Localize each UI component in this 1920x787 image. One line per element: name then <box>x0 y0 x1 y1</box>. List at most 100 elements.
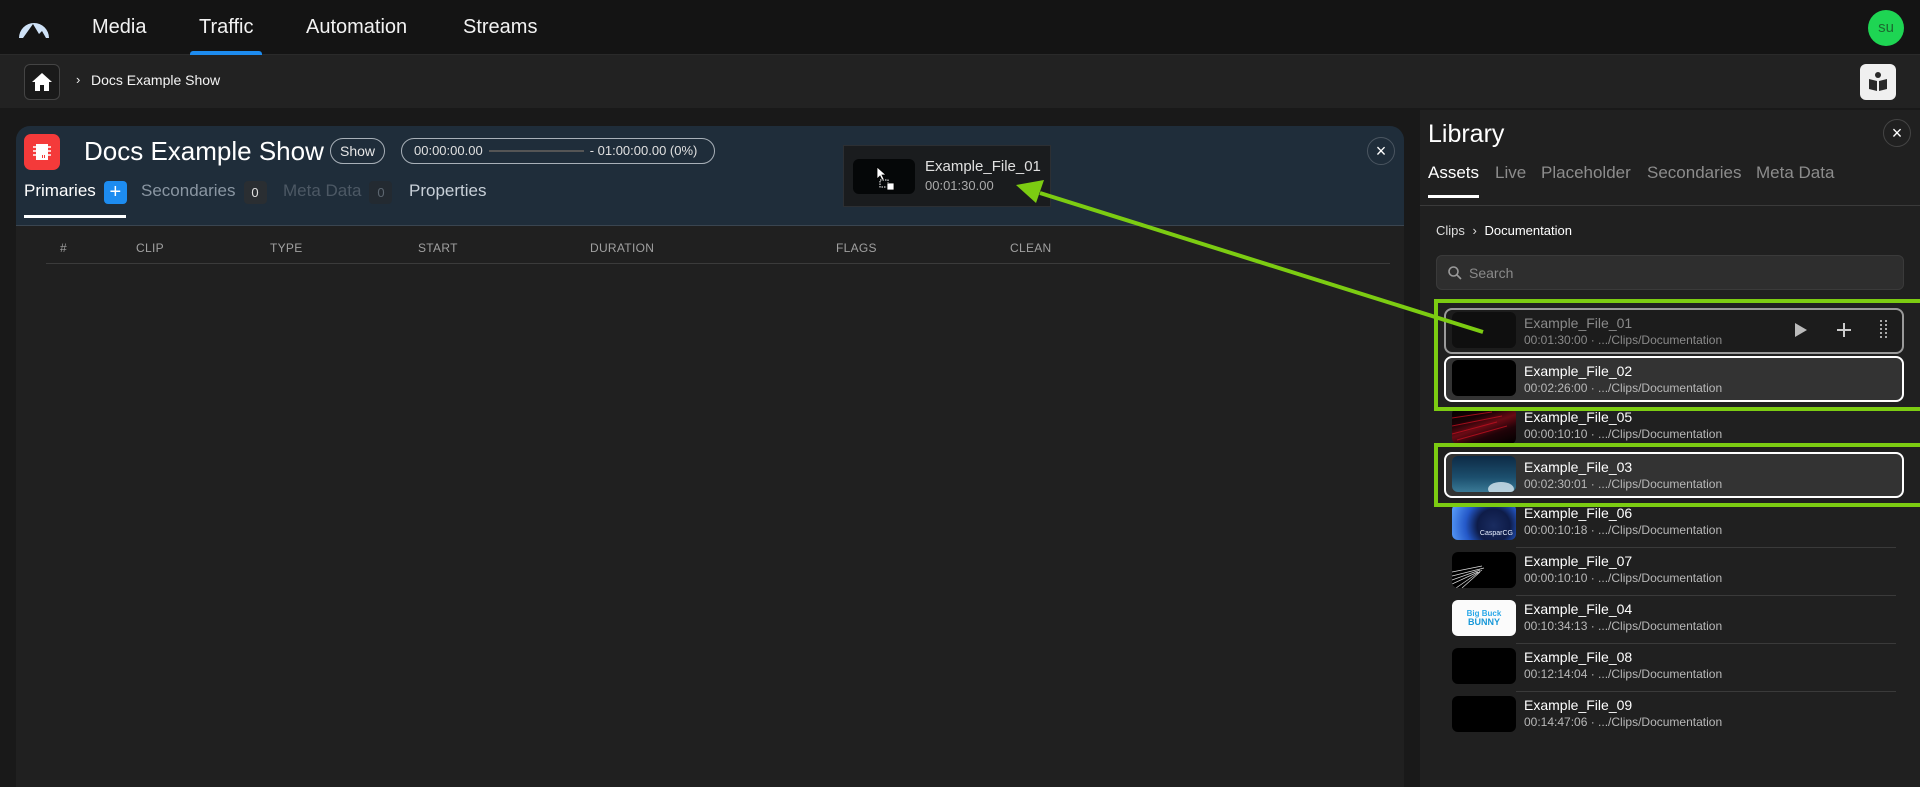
show-timeline: 00:00:00.00 - 01:00:00.00 (0%) <box>401 138 715 164</box>
user-avatar[interactable]: su <box>1868 10 1904 46</box>
show-chip-icon <box>24 134 60 170</box>
asset-name: Example_File_08 <box>1524 649 1633 665</box>
tab-label: Secondaries <box>141 181 236 200</box>
show-panel: Docs Example Show Show 00:00:00.00 - 01:… <box>16 126 1404 787</box>
home-button[interactable] <box>24 64 60 100</box>
breadcrumb-current[interactable]: Docs Example Show <box>91 72 220 88</box>
book-reader-icon <box>1869 72 1887 91</box>
asset-thumbnail <box>1452 312 1516 348</box>
asset-meta: 00:00:10:10 · .../Clips/Documentation <box>1524 427 1723 441</box>
asset-thumbnail <box>1452 696 1516 732</box>
asset-name: Example_File_06 <box>1524 505 1633 521</box>
tab-secondaries[interactable]: Secondaries 0 <box>141 181 267 217</box>
library-path: Clips › Documentation <box>1436 223 1572 238</box>
drag-clip-name: Example_File_01 <box>925 158 1041 175</box>
asset-thumbnail: Big Buck BUNNY <box>1452 600 1516 636</box>
col-header-clip: CLIP <box>136 241 164 255</box>
library-tab-divider <box>1420 205 1920 206</box>
asset-thumbnail <box>1452 648 1516 684</box>
asset-row[interactable]: Example_File_08 00:12:14:04 · .../Clips/… <box>1444 644 1904 692</box>
show-title: Docs Example Show <box>84 136 324 166</box>
app-logo-icon[interactable] <box>18 15 50 39</box>
asset-thumbnail <box>1452 456 1516 492</box>
timeline-progress-bar <box>488 150 584 152</box>
close-icon: × <box>1891 122 1903 143</box>
close-show-button[interactable]: × <box>1367 137 1395 165</box>
breadcrumb-separator: › <box>76 72 81 87</box>
home-icon <box>32 73 52 91</box>
library-tab-meta-data[interactable]: Meta Data <box>1756 163 1834 183</box>
asset-meta: 00:02:26:00 · .../Clips/Documentation <box>1524 381 1723 395</box>
asset-row[interactable]: Example_File_05 00:00:10:10 · .../Clips/… <box>1444 404 1904 450</box>
asset-name: Example_File_02 <box>1524 363 1633 379</box>
playlist-drop-area[interactable] <box>46 264 1390 784</box>
search-icon <box>1448 266 1462 280</box>
asset-name: Example_File_05 <box>1524 409 1633 425</box>
library-tab-secondaries[interactable]: Secondaries <box>1647 163 1742 183</box>
asset-meta: 00:00:10:10 · .../Clips/Documentation <box>1524 571 1723 585</box>
asset-row[interactable]: CasparCG Example_File_06 00:00:10:18 · .… <box>1444 500 1904 548</box>
asset-row[interactable]: Example_File_01 00:01:30:00 · .../Clips/… <box>1444 308 1904 354</box>
add-primary-button[interactable]: + <box>103 181 127 204</box>
asset-name: Example_File_04 <box>1524 601 1633 617</box>
asset-thumbnail <box>1452 360 1516 396</box>
timeline-start: 00:00:00.00 <box>414 143 483 158</box>
breadcrumb-bar: › Docs Example Show <box>0 55 1920 108</box>
nav-automation[interactable]: Automation <box>306 0 407 55</box>
asset-thumbnail <box>1452 552 1516 588</box>
nav-traffic[interactable]: Traffic <box>189 0 263 55</box>
close-icon: × <box>1375 140 1387 161</box>
thumbnail-text-line2: BUNNY <box>1467 617 1500 627</box>
path-root[interactable]: Clips <box>1436 223 1465 238</box>
asset-row[interactable]: Big Buck BUNNY Example_File_04 00:10:34:… <box>1444 596 1904 644</box>
asset-meta: 00:10:34:13 · .../Clips/Documentation <box>1524 619 1723 633</box>
asset-row[interactable]: Example_File_03 00:02:30:01 · .../Clips/… <box>1444 452 1904 498</box>
asset-thumbnail <box>1452 408 1516 444</box>
drag-preview: Example_File_01 00:01:30.00 <box>843 145 1051 207</box>
close-library-button[interactable]: × <box>1883 119 1911 147</box>
row-actions <box>1794 320 1888 340</box>
tab-properties[interactable]: Properties <box>409 181 486 217</box>
col-header-start: START <box>418 241 458 255</box>
thumbnail-text: CasparCG <box>1479 530 1513 537</box>
tab-label: Primaries <box>24 181 96 200</box>
asset-row[interactable]: Example_File_07 00:00:10:10 · .../Clips/… <box>1444 548 1904 596</box>
asset-name: Example_File_01 <box>1524 315 1633 331</box>
add-icon[interactable] <box>1836 322 1852 338</box>
library-active-tab-indicator <box>1428 195 1479 198</box>
asset-meta: 00:02:30:01 · .../Clips/Documentation <box>1524 477 1723 491</box>
help-button[interactable] <box>1860 64 1896 100</box>
tab-label: Meta Data <box>283 181 362 200</box>
col-header-number: # <box>60 241 67 255</box>
library-tab-live[interactable]: Live <box>1495 163 1526 183</box>
show-header: Docs Example Show Show 00:00:00.00 - 01:… <box>16 126 1404 226</box>
library-search[interactable] <box>1436 255 1904 290</box>
asset-row[interactable]: Example_File_02 00:02:26:00 · .../Clips/… <box>1444 356 1904 402</box>
asset-meta: 00:00:10:18 · .../Clips/Documentation <box>1524 523 1723 537</box>
nav-streams[interactable]: Streams <box>463 0 537 55</box>
tab-meta-data: Meta Data 0 <box>283 181 393 217</box>
drag-clip-duration: 00:01:30.00 <box>925 178 994 193</box>
asset-meta: 00:01:30:00 · .../Clips/Documentation <box>1524 333 1723 347</box>
asset-row[interactable]: Example_File_09 00:14:47:06 · .../Clips/… <box>1444 692 1904 738</box>
asset-name: Example_File_09 <box>1524 697 1633 713</box>
drag-cursor-icon <box>876 166 895 190</box>
tab-label: Properties <box>409 181 487 200</box>
library-tab-assets[interactable]: Assets <box>1428 163 1479 183</box>
library-tab-placeholder[interactable]: Placeholder <box>1541 163 1631 183</box>
play-icon[interactable] <box>1794 322 1808 338</box>
path-separator: › <box>1472 223 1477 238</box>
drag-thumbnail <box>853 159 915 194</box>
tab-primaries[interactable]: Primaries + <box>24 181 127 217</box>
col-header-flags: FLAGS <box>836 241 877 255</box>
drag-handle-icon[interactable] <box>1880 320 1888 340</box>
asset-thumbnail: CasparCG <box>1452 504 1516 540</box>
asset-meta: 00:12:14:04 · .../Clips/Documentation <box>1524 667 1723 681</box>
library-panel: Library × Assets Live Placeholder Second… <box>1420 110 1920 787</box>
secondaries-count: 0 <box>243 181 267 204</box>
top-nav: Media Traffic Automation Streams su <box>0 0 1920 55</box>
col-header-type: TYPE <box>270 241 303 255</box>
meta-data-count: 0 <box>369 181 393 204</box>
nav-media[interactable]: Media <box>92 0 146 55</box>
search-input[interactable] <box>1469 256 1889 289</box>
